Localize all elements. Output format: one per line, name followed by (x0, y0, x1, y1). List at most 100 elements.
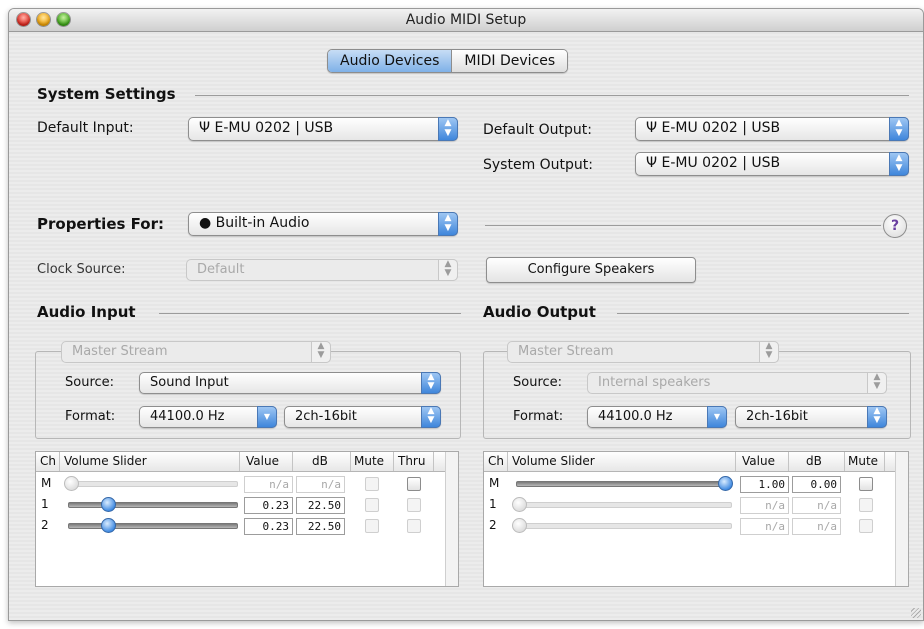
audio-input-bits-popup[interactable]: 2ch-16bit ▲ ▼ (284, 406, 441, 428)
table-header: Ch Volume Slider Value dB Mute (484, 452, 908, 472)
table-row: 1 0.23 22.50 (36, 495, 458, 516)
mute-checkbox[interactable] (859, 498, 873, 512)
audio-input-stream-value: Master Stream (72, 344, 168, 359)
volume-slider-track[interactable] (516, 481, 732, 487)
help-button[interactable]: ? (883, 214, 907, 238)
configure-speakers-button[interactable]: Configure Speakers (486, 257, 696, 283)
value-field[interactable]: n/a (740, 497, 789, 514)
volume-slider-knob[interactable] (100, 518, 116, 533)
audio-output-bits-value: 2ch-16bit (746, 409, 808, 424)
db-field[interactable]: n/a (792, 518, 841, 535)
column-header: dB (806, 454, 822, 468)
audio-input-stream-popup[interactable]: Master Stream ▲ ▼ (61, 341, 331, 363)
table-row: 2 0.23 22.50 (36, 516, 458, 537)
popup-arrows-icon: ▲ ▼ (867, 406, 887, 428)
clock-source-label: Clock Source: (37, 262, 126, 277)
column-header: Volume Slider (64, 454, 147, 468)
column-header: Ch (488, 454, 504, 468)
thru-checkbox[interactable] (407, 498, 421, 512)
device-tabs: Audio Devices MIDI Devices (327, 49, 569, 73)
clock-source-value: Default (197, 262, 245, 277)
system-output-popup[interactable]: Ψ E-MU 0202 | USB ▲ ▼ (635, 152, 909, 176)
mute-checkbox[interactable] (365, 477, 379, 491)
volume-slider-knob[interactable] (718, 476, 733, 491)
db-field[interactable]: 22.50 (296, 518, 345, 535)
mute-checkbox[interactable] (365, 519, 379, 533)
value-field[interactable]: n/a (244, 476, 293, 493)
audio-output-stream-popup[interactable]: Master Stream ▲ ▼ (507, 341, 779, 363)
separator (485, 225, 881, 226)
audio-input-source-value: Sound Input (150, 375, 229, 390)
popup-arrows-icon: ▲ ▼ (438, 259, 458, 281)
db-field[interactable]: 22.50 (296, 497, 345, 514)
popup-arrows-icon: ▲ ▼ (759, 341, 779, 363)
audio-output-channel-table: Ch Volume Slider Value dB Mute M 1.00 0.00… (483, 451, 909, 587)
window-title: Audio MIDI Setup (405, 12, 527, 28)
column-divider (292, 452, 293, 471)
mute-checkbox[interactable] (365, 498, 379, 512)
audio-output-rate-value: 44100.0 Hz (598, 409, 673, 424)
volume-slider-knob[interactable] (512, 518, 527, 533)
popup-arrows-icon: ▲ ▼ (438, 212, 458, 236)
audio-output-source-popup[interactable]: Internal speakers ▲ ▼ (587, 372, 887, 394)
column-divider (735, 452, 736, 471)
usb-icon: Ψ (646, 155, 658, 171)
popup-arrows-icon: ▲ ▼ (311, 341, 331, 363)
column-divider (59, 452, 60, 471)
separator (159, 313, 461, 314)
column-header: Value (742, 454, 775, 468)
value-field[interactable]: 1.00 (740, 476, 789, 493)
channel-label: 2 (41, 518, 49, 532)
audio-input-source-popup[interactable]: Sound Input ▲ ▼ (139, 372, 441, 394)
volume-slider-knob[interactable] (64, 476, 79, 491)
table-row: 2 n/a n/a (484, 516, 908, 537)
thru-checkbox[interactable] (407, 477, 421, 491)
column-divider (239, 452, 240, 471)
clock-source-popup[interactable]: Default ▲ ▼ (186, 259, 458, 281)
default-output-popup[interactable]: Ψ E-MU 0202 | USB ▲ ▼ (635, 117, 909, 141)
separator (195, 95, 909, 96)
default-output-label: Default Output: (483, 122, 592, 138)
audio-output-source-label: Source: (513, 375, 563, 390)
audio-input-rate-popup[interactable]: 44100.0 Hz ▼ (139, 406, 277, 428)
tab-audio-devices[interactable]: Audio Devices (328, 50, 453, 72)
volume-slider-knob[interactable] (512, 497, 527, 512)
db-field[interactable]: n/a (792, 497, 841, 514)
value-field[interactable]: 0.23 (244, 497, 293, 514)
usb-icon: Ψ (199, 120, 211, 136)
properties-for-label: Properties For: (37, 215, 164, 233)
system-output-label: System Output: (483, 157, 594, 173)
audio-output-bits-popup[interactable]: 2ch-16bit ▲ ▼ (735, 406, 887, 428)
column-divider (844, 452, 845, 471)
thru-checkbox[interactable] (407, 519, 421, 533)
volume-slider-track[interactable] (68, 502, 238, 508)
properties-for-popup[interactable]: ● Built-in Audio ▲ ▼ (188, 212, 458, 236)
db-field[interactable]: 0.00 (792, 476, 841, 493)
column-divider (433, 452, 434, 471)
volume-slider-track[interactable] (516, 502, 732, 508)
db-field[interactable]: n/a (296, 476, 345, 493)
value-field[interactable]: n/a (740, 518, 789, 535)
apple-icon: ● (199, 215, 212, 231)
tab-midi-devices[interactable]: MIDI Devices (452, 50, 568, 72)
resize-grip-icon[interactable] (911, 608, 921, 618)
title-bar[interactable]: Audio MIDI Setup (9, 9, 923, 32)
default-input-popup[interactable]: Ψ E-MU 0202 | USB ▲ ▼ (188, 117, 458, 141)
table-header: Ch Volume Slider Value dB Mute Thru (36, 452, 458, 472)
audio-input-bits-value: 2ch-16bit (295, 409, 357, 424)
audio-input-rate-value: 44100.0 Hz (150, 409, 225, 424)
default-input-value: E-MU 0202 | USB (214, 120, 334, 136)
popup-arrows-icon: ▲ ▼ (421, 372, 441, 394)
volume-slider-track[interactable] (68, 481, 238, 487)
popup-arrows-icon: ▲ ▼ (889, 117, 909, 141)
audio-input-heading: Audio Input (37, 303, 136, 321)
volume-slider-knob[interactable] (100, 497, 116, 512)
volume-slider-track[interactable] (68, 523, 238, 529)
mute-checkbox[interactable] (859, 477, 873, 491)
audio-input-format-label: Format: (65, 409, 116, 424)
audio-output-rate-popup[interactable]: 44100.0 Hz ▼ (587, 406, 727, 428)
volume-slider-track[interactable] (516, 523, 732, 529)
audio-output-format-label: Format: (513, 409, 564, 424)
value-field[interactable]: 0.23 (244, 518, 293, 535)
mute-checkbox[interactable] (859, 519, 873, 533)
